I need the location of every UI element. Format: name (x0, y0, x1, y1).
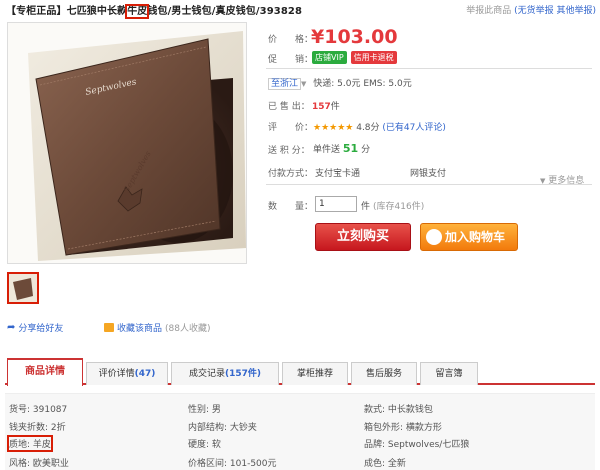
tab-label: 商品详情 (25, 366, 65, 377)
title-suffix: 钱包/男士钱包/真皮钱包/393828 (147, 6, 303, 17)
stock-count: (库存416件) (373, 202, 425, 212)
attr-shape: 箱包外形: 横款方形 (364, 423, 442, 433)
thumbnail-1[interactable] (7, 272, 39, 304)
favorite-count: (88人收藏) (165, 324, 211, 334)
title-highlight: 牛皮 (125, 4, 150, 19)
tab-label: 掌柜推荐 (296, 369, 333, 379)
points-value: 单件送 51 分 (313, 142, 370, 155)
points-prefix: 单件送 (313, 145, 341, 155)
share-icon: ➦ (7, 322, 16, 333)
rating-value: ★★★★★ 4.8分 (已有47人评论) (313, 120, 446, 133)
title-prefix: 【专柜正品】七匹狼中长款 (6, 6, 128, 17)
tab-reviews[interactable]: 评价详情(47) (86, 362, 168, 385)
attr-type: 款式: 中长款钱包 (364, 405, 433, 415)
tab-count: (157件) (225, 369, 262, 379)
attr-fold: 钱夹折数: 2折 (9, 423, 66, 433)
price-label: 价 格： (268, 35, 314, 45)
tab-recommended[interactable]: 掌柜推荐 (282, 362, 348, 385)
promo-badges: 店铺VIP 信用卡退税 (312, 51, 397, 64)
rating-reviews-link[interactable]: (已有47人评论) (382, 123, 445, 133)
payment-label: 付款方式： (268, 169, 314, 179)
promo-badge-credit[interactable]: 信用卡退税 (350, 51, 397, 64)
attr-interior: 内部结构: 大钞夹 (188, 423, 257, 433)
quantity-label: 数 量： (268, 202, 314, 212)
share-link[interactable]: ➦ 分享给好友 (7, 321, 63, 334)
attr-brand: 品牌: Septwolves/七匹狼 (364, 440, 470, 450)
tab-guestbook[interactable]: 留言簿 (420, 362, 478, 385)
points-number: 51 (342, 142, 359, 155)
report-other-link[interactable]: 其他举报) (556, 6, 596, 16)
payment-method-alipay: 支付宝卡通 (315, 169, 361, 179)
favorite-icon (104, 323, 114, 332)
star-icon: ★★★★★ (313, 123, 354, 133)
ship-destination-select[interactable]: 至浙江 (268, 78, 302, 90)
sold-label: 已 售 出： (268, 102, 310, 112)
rating-label: 评 价： (268, 123, 314, 133)
sold-unit: 件 (330, 102, 340, 112)
attribute-table (5, 393, 595, 470)
divider (266, 184, 592, 185)
promo-label: 促 销： (268, 55, 314, 65)
sold-value: 157件 (312, 99, 340, 112)
report-links: 举报此商品 (无货举报 其他举报) (466, 3, 596, 16)
points-unit: 分 (361, 145, 371, 155)
tab-label: 评价详情 (98, 369, 135, 379)
attr-material: 质地: 羊皮 (7, 435, 53, 452)
sold-count: 157 (312, 102, 331, 112)
tab-transactions[interactable]: 成交记录(157件) (171, 362, 279, 385)
attr-hardness: 硬度: 软 (188, 440, 221, 450)
thumbnail-image (9, 274, 37, 302)
product-title: 【专柜正品】七匹狼中长款牛皮钱包/男士钱包/真皮钱包/393828 (6, 2, 303, 19)
tab-label: 售后服务 (365, 369, 402, 379)
ship-fee: 快递: 5.0元 EMS: 5.0元 (313, 79, 412, 89)
attr-style: 风格: 欧美职业 (9, 459, 69, 469)
add-to-cart-label: 加入购物车 (445, 230, 506, 244)
product-main-image[interactable]: Septwolves Septwolves (7, 22, 247, 264)
shipping-row: 至浙江 ▼ 快递: 5.0元 EMS: 5.0元 (268, 76, 412, 90)
add-to-cart-button[interactable]: 加入购物车 (420, 223, 518, 251)
payment-method-bank: 网银支付 (410, 169, 447, 179)
tab-product-details[interactable]: 商品详情 (7, 358, 83, 386)
favorite-link[interactable]: 收藏该商品 (88人收藏) (104, 321, 211, 334)
buy-now-button[interactable]: 立刻购买 (315, 223, 411, 251)
points-label: 送 积 分： (268, 146, 310, 156)
cart-icon (426, 229, 442, 245)
attr-condition: 成色: 全新 (364, 459, 406, 469)
report-label: 举报此商品 (466, 6, 512, 16)
attr-gender: 性别: 男 (188, 405, 221, 415)
rating-score: 4.8分 (356, 123, 380, 133)
promo-badge-vip[interactable]: 店铺VIP (312, 51, 347, 64)
quantity-unit: 件 (361, 202, 371, 212)
price-value: ¥103.00 (311, 26, 398, 48)
tab-count: (47) (134, 369, 156, 379)
favorite-label: 收藏该商品 (117, 324, 163, 334)
divider (266, 68, 592, 69)
wallet-image: Septwolves Septwolves (8, 23, 246, 263)
attr-item-number: 货号: 391087 (9, 405, 68, 415)
tab-label: 成交记录 (188, 369, 225, 379)
tab-label: 留言簿 (435, 369, 463, 379)
report-no-stock-link[interactable]: (无货举报 (514, 6, 554, 16)
attr-price-range: 价格区间: 101-500元 (188, 459, 277, 469)
share-label: 分享给好友 (18, 324, 64, 334)
tab-after-sales[interactable]: 售后服务 (351, 362, 417, 385)
chevron-down-icon: ▼ (301, 80, 307, 88)
quantity-input[interactable]: 1 (315, 196, 357, 212)
